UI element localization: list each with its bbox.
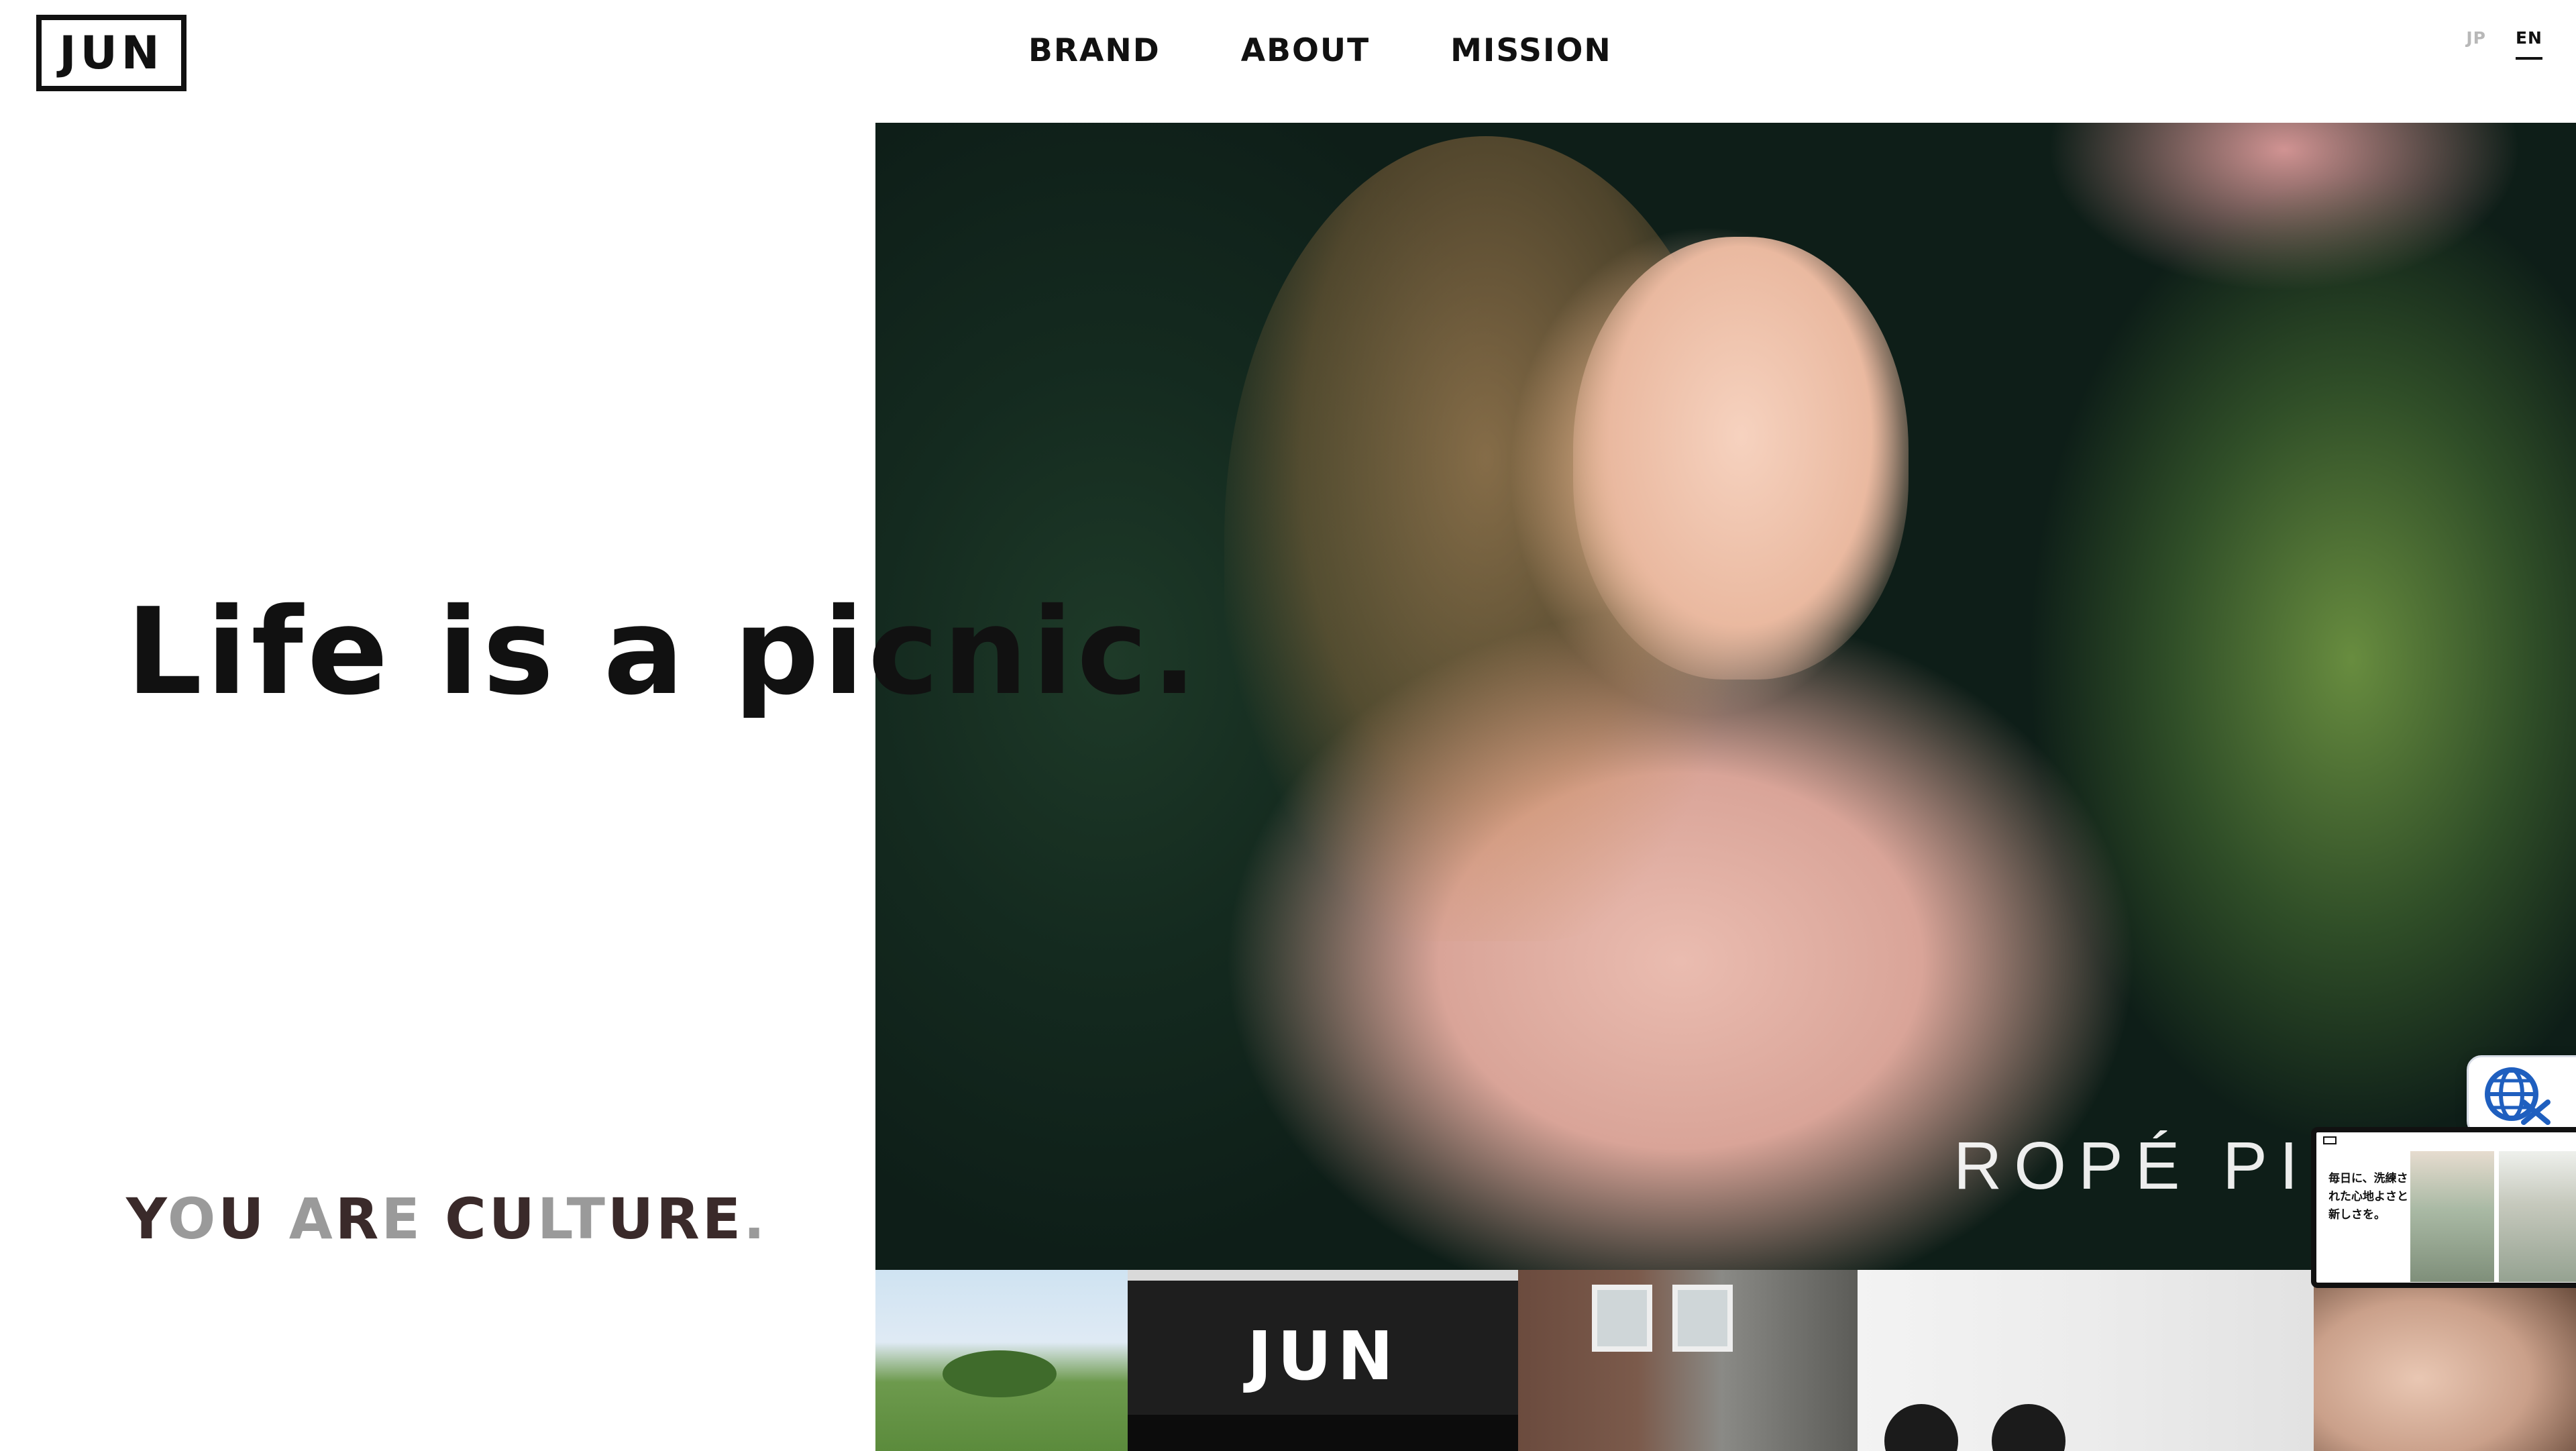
culture-letter: U	[218, 1186, 267, 1252]
thumbnail-strip: JUN	[875, 1270, 2576, 1451]
thumbnail-portrait[interactable]	[2314, 1270, 2576, 1451]
logo-text: JUN	[59, 26, 164, 80]
thumbnail-jun-logo: JUN	[1246, 1317, 1399, 1395]
culture-letter	[423, 1186, 445, 1252]
site-preview-card[interactable]: 毎日に、洗練された心地よさと新しさを。	[2311, 1127, 2576, 1288]
nav-brand[interactable]: BRAND	[1028, 32, 1161, 69]
culture-letter: C	[445, 1186, 489, 1252]
globe-translate-icon	[2483, 1061, 2551, 1130]
lang-jp[interactable]: JP	[2466, 28, 2486, 48]
culture-letter: U	[607, 1186, 657, 1252]
culture-letter: Y	[126, 1186, 168, 1252]
language-switcher: JP EN	[2466, 28, 2542, 60]
thumbnail-landscape[interactable]	[875, 1270, 1128, 1451]
page-tagline: Life is a picnic.	[126, 582, 1201, 721]
jun-logo[interactable]: JUN	[36, 15, 186, 91]
thumbnail-window	[1592, 1285, 1652, 1352]
culture-letter: U	[488, 1186, 537, 1252]
culture-letter: .	[743, 1186, 768, 1252]
culture-letter: T	[566, 1186, 608, 1252]
preview-image-1	[2410, 1151, 2494, 1282]
you-are-culture-text: YOU ARE CULTURE.	[126, 1186, 767, 1252]
preview-headline: 毎日に、洗練された心地よさと新しさを。	[2328, 1172, 2408, 1222]
culture-letter: R	[335, 1186, 382, 1252]
thumbnail-jun-store[interactable]: JUN	[1128, 1270, 1518, 1451]
thumbnail-tree-shape	[943, 1350, 1057, 1397]
culture-letter: E	[702, 1186, 744, 1252]
culture-letter	[266, 1186, 288, 1252]
culture-letter: A	[288, 1186, 335, 1252]
translate-button[interactable]	[2467, 1055, 2576, 1136]
preview-image-2	[2499, 1151, 2576, 1282]
thumbnail-window	[1672, 1285, 1733, 1352]
nav-mission[interactable]: MISSION	[1450, 32, 1612, 69]
hero-brand-overlay: ROPÉ PI	[1953, 1128, 2310, 1203]
main-nav: BRAND ABOUT MISSION	[1028, 32, 1612, 69]
thumbnail-street[interactable]	[1518, 1270, 1858, 1451]
nav-about[interactable]: ABOUT	[1241, 32, 1370, 69]
thumbnail-person-head	[1992, 1404, 2065, 1451]
culture-letter: E	[381, 1186, 423, 1252]
thumbnail-person-head	[1884, 1404, 1958, 1451]
thumbnail-studio[interactable]	[1858, 1270, 2314, 1451]
lang-en[interactable]: EN	[2515, 28, 2542, 60]
culture-letter: R	[656, 1186, 702, 1252]
culture-letter: L	[537, 1186, 567, 1252]
hero-face-shape	[1573, 237, 1909, 680]
culture-letter: O	[167, 1186, 219, 1252]
preview-logo	[2323, 1136, 2337, 1144]
